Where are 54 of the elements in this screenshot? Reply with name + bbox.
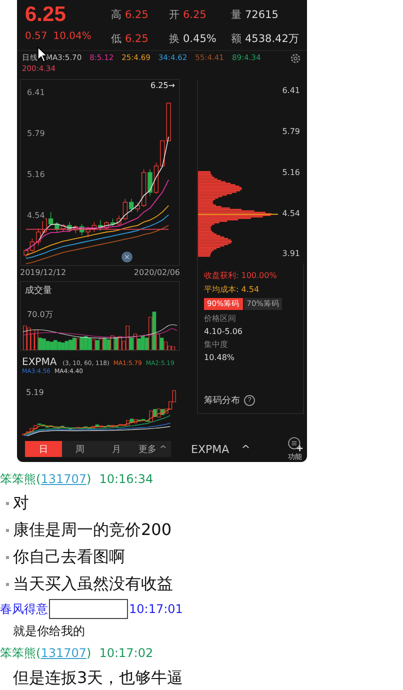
profit-ratio: 收盘获利: 100.00% [204, 270, 277, 281]
price-tick: 5.79 [27, 128, 45, 139]
indicator-tick: 5.19 [26, 388, 44, 397]
parenthesis: ) [86, 472, 92, 486]
message-text: 但是连扳3天，也够牛逼 [13, 668, 184, 688]
price-tick: 3.91 [282, 249, 300, 258]
last-price-tag: 6.25→ [150, 81, 175, 90]
price-tick: 4.54 [27, 211, 45, 222]
stat-value: 6.25 [125, 33, 148, 45]
message-time: 10:16:34 [99, 472, 154, 486]
change-percent: 10.04% [53, 31, 92, 42]
message-text: 康佳是周一的竞价200 [13, 520, 172, 541]
message-time: 10:17:01 [129, 602, 183, 616]
message-text: 对 [13, 493, 29, 514]
sender-name: 笨笨熊 [0, 644, 36, 662]
chip-distribution-title: 筹码分布 [204, 394, 240, 407]
stat-label: 开 [169, 8, 180, 22]
price-tick: 4.54 [282, 209, 300, 218]
indicator-title: EXPMA [22, 357, 57, 368]
price-change: 0.57 [25, 31, 48, 42]
average-cost: 平均成本: 4.54 [204, 284, 260, 295]
stat-label: 高 [111, 8, 122, 22]
stat-label: 低 [111, 32, 122, 46]
stat-value: 6.25 [183, 9, 206, 21]
message-time: 10:17:02 [99, 646, 154, 660]
panel-title: 成交量 [24, 284, 53, 298]
range-label: 价格区间 [204, 313, 236, 324]
concentration-value: 10.48% [204, 353, 235, 362]
volume-tick: 70.0万 [27, 309, 53, 320]
price-tick: 5.79 [282, 126, 300, 136]
stat-value: 72615 [245, 9, 278, 21]
price-tick: 5.16 [27, 170, 45, 180]
stat-value: 4538.42万 [245, 32, 300, 46]
sender-name: 笨笨熊 [0, 470, 36, 488]
stat-label: 额 [231, 32, 242, 46]
date-label: 2019/12/12 [20, 268, 66, 279]
stat-label: 换 [169, 32, 180, 46]
last-price: 6.25 [25, 2, 67, 28]
sender-name: 春风得意 [0, 600, 48, 618]
range-value: 4.10-5.06 [204, 327, 243, 336]
concentration-label: 集中度 [204, 339, 228, 350]
stat-label: 量 [231, 8, 242, 22]
message-text: 当天买入虽然没有收益 [13, 574, 173, 595]
price-tick: 6.41 [27, 88, 45, 98]
price-tick: 5.16 [282, 168, 300, 178]
stat-value: 0.45% [183, 33, 216, 45]
message-text: 你自己去看图啊 [13, 547, 125, 568]
date-label: 2020/02/06 [134, 268, 180, 279]
stat-value: 6.25 [125, 9, 148, 21]
parenthesis: ) [86, 646, 92, 660]
price-tick: 6.41 [282, 86, 300, 95]
parenthesis: ( [36, 472, 41, 486]
parenthesis: ( [36, 646, 41, 660]
message-text: 就是你给我的 [13, 622, 85, 640]
